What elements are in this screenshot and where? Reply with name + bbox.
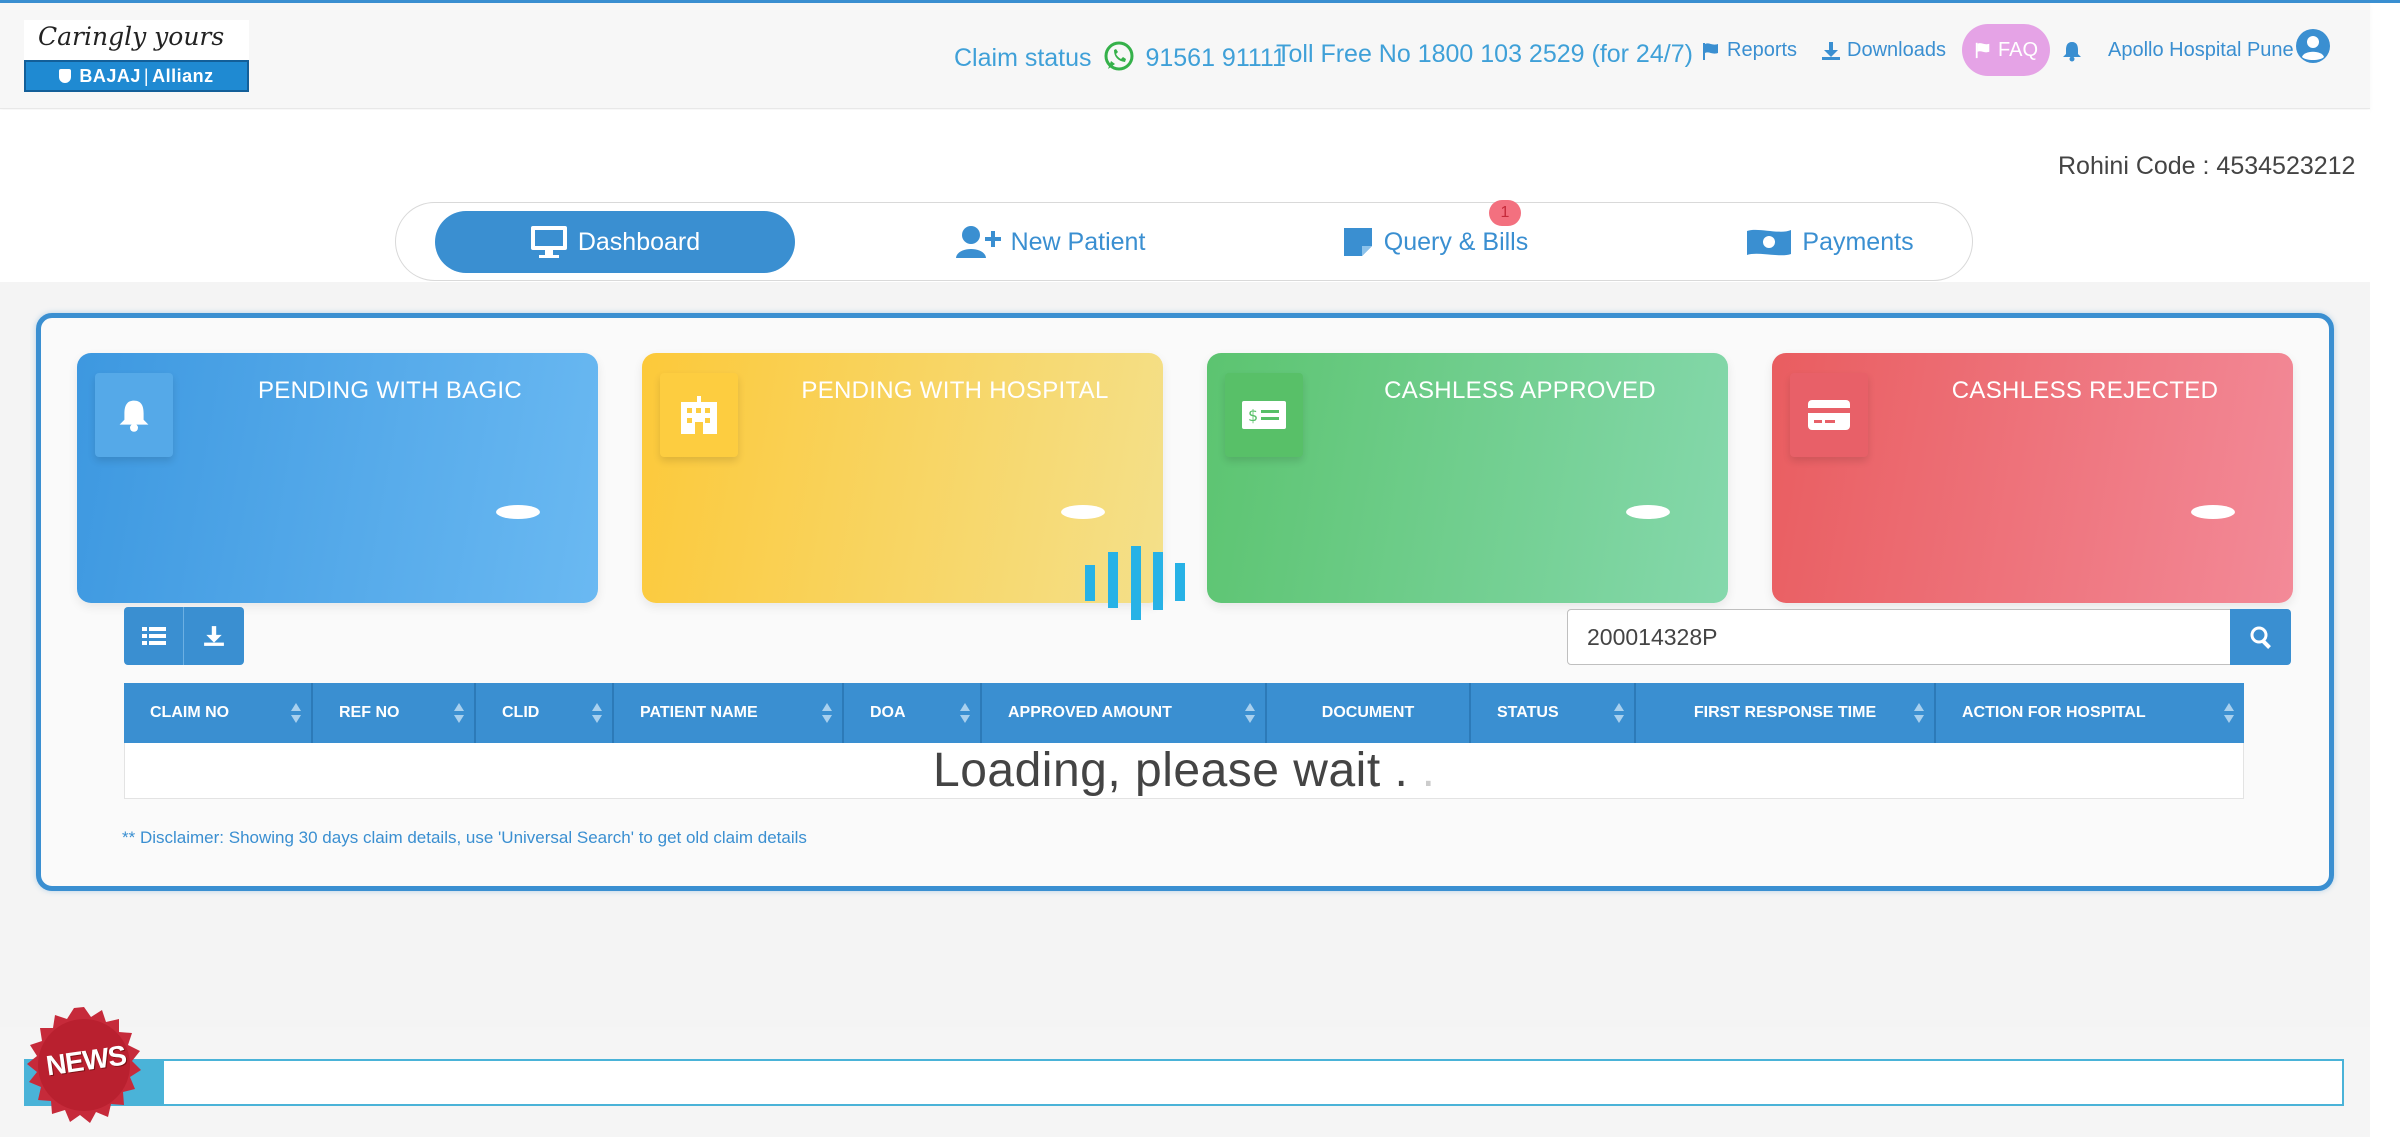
- column-header[interactable]: CLAIM NO: [124, 683, 313, 743]
- reports-link[interactable]: Reports: [1701, 39, 1797, 62]
- list-icon: [141, 627, 166, 645]
- tab-payments[interactable]: Payments: [1680, 211, 1980, 273]
- downloads-label: Downloads: [1847, 39, 1946, 61]
- tab-dashboard-label: Dashboard: [577, 227, 701, 256]
- news-ticker: [24, 1059, 2344, 1106]
- tab-new-patient[interactable]: New Patient: [900, 211, 1200, 273]
- logo-tagline: Caringly yours: [38, 22, 225, 51]
- logo-separator: |: [143, 65, 150, 86]
- claims-table: CLAIM NO REF NO CLID PATIENT NAME DOA AP…: [124, 683, 2244, 799]
- column-header[interactable]: CLID: [476, 683, 614, 743]
- table-tools: [124, 607, 244, 665]
- sort-icon: [960, 703, 970, 723]
- column-header[interactable]: DOA: [844, 683, 982, 743]
- bajaj-allianz-logo[interactable]: Caringly yours BAJAJ | Allianz: [24, 20, 249, 92]
- monitor-icon: [530, 226, 567, 258]
- claim-status-info: Claim status 91561 91111: [954, 40, 1286, 73]
- sort-icon: [1614, 703, 1624, 723]
- sort-icon: [822, 703, 832, 723]
- tab-query-bills-label: Query & Bills: [1383, 227, 1529, 256]
- card-pending-with-bagic[interactable]: PENDING WITH BAGIC: [77, 353, 598, 603]
- rohini-code: Rohini Code : 4534523212: [2058, 152, 2356, 180]
- sort-icon: [1245, 703, 1255, 723]
- tab-payments-label: Payments: [1802, 227, 1914, 256]
- sort-icon: [592, 703, 602, 723]
- card-title: CASHLESS APPROVED: [1384, 377, 1656, 404]
- hospital-icon: [660, 373, 738, 457]
- user-plus-icon: [955, 226, 1001, 258]
- sort-icon: [291, 703, 301, 723]
- card-count-placeholder: [1061, 505, 1105, 519]
- claim-status-number: 91561 91111: [1145, 44, 1286, 72]
- card-title: CASHLESS REJECTED: [1951, 377, 2219, 404]
- user-name[interactable]: Apollo Hospital Pune: [2108, 39, 2294, 62]
- table-header-row: CLAIM NO REF NO CLID PATIENT NAME DOA AP…: [124, 683, 2244, 743]
- card-count-placeholder: [496, 505, 540, 519]
- loading-text: Loading, please wait .: [933, 744, 1409, 797]
- column-header[interactable]: PATIENT NAME: [614, 683, 844, 743]
- toll-free-number: Toll Free No 1800 103 2529 (for 24/7): [1276, 40, 1693, 68]
- tab-dashboard[interactable]: Dashboard: [435, 211, 795, 273]
- column-header[interactable]: APPROVED AMOUNT: [982, 683, 1267, 743]
- card-count-placeholder: [2191, 505, 2235, 519]
- bell-icon: [95, 373, 173, 457]
- download-icon: [204, 626, 224, 646]
- loading-dot: .: [1408, 744, 1435, 797]
- table-loading-row: Loading, please wait . .: [124, 743, 2244, 799]
- reports-label: Reports: [1727, 39, 1798, 61]
- money-icon: [1747, 229, 1792, 256]
- column-header[interactable]: REF NO: [313, 683, 476, 743]
- query-count-badge: 1: [1489, 200, 1521, 226]
- search-icon: [2250, 626, 2271, 649]
- search-button[interactable]: [2230, 609, 2291, 665]
- column-header[interactable]: FIRST RESPONSE TIME: [1636, 683, 1936, 743]
- column-visibility-button[interactable]: [124, 607, 184, 665]
- tab-query-bills[interactable]: Query & Bills: [1285, 211, 1585, 273]
- column-header[interactable]: STATUS: [1471, 683, 1636, 743]
- faq-button[interactable]: FAQ: [1962, 24, 2050, 76]
- card-cashless-rejected[interactable]: CASHLESS REJECTED: [1772, 353, 2293, 603]
- faq-label: FAQ: [1997, 38, 2038, 61]
- disclaimer-text: ** Disclaimer: Showing 30 days claim det…: [122, 828, 807, 847]
- tab-new-patient-label: New Patient: [1010, 227, 1146, 256]
- credit-card-icon: [1790, 373, 1868, 457]
- claim-search-input[interactable]: [1567, 609, 2231, 665]
- download-icon: [1822, 41, 1840, 60]
- svg-text:$: $: [1248, 406, 1258, 425]
- column-header: DOCUMENT: [1267, 683, 1471, 743]
- card-title: PENDING WITH BAGIC: [257, 377, 523, 404]
- money-bill-icon: $: [1225, 373, 1303, 457]
- column-header[interactable]: ACTION FOR HOSPITAL: [1936, 683, 2244, 743]
- card-title: PENDING WITH HOSPITAL: [801, 377, 1109, 404]
- downloads-link[interactable]: Downloads: [1821, 39, 1946, 62]
- notification-bell-icon[interactable]: [2062, 40, 2082, 62]
- whatsapp-icon: [1104, 41, 1133, 71]
- flag-icon: [1703, 42, 1718, 60]
- user-avatar-icon[interactable]: [2295, 28, 2331, 64]
- flag-icon: [1975, 42, 1990, 59]
- note-icon: [1343, 228, 1372, 256]
- export-download-button[interactable]: [184, 607, 244, 665]
- card-count-placeholder: [1626, 505, 1670, 519]
- logo-brand-bar: BAJAJ | Allianz: [24, 60, 249, 92]
- sort-icon: [2224, 703, 2234, 723]
- logo-brand-text: BAJAJ: [79, 65, 141, 86]
- loading-spinner: [1085, 546, 1189, 620]
- claim-status-label: Claim status: [954, 44, 1092, 72]
- sort-icon: [1914, 703, 1924, 723]
- shield-icon: [59, 69, 72, 83]
- logo-brand-text-2: Allianz: [152, 65, 214, 86]
- card-cashless-approved[interactable]: $ CASHLESS APPROVED: [1207, 353, 1728, 603]
- sort-icon: [454, 703, 464, 723]
